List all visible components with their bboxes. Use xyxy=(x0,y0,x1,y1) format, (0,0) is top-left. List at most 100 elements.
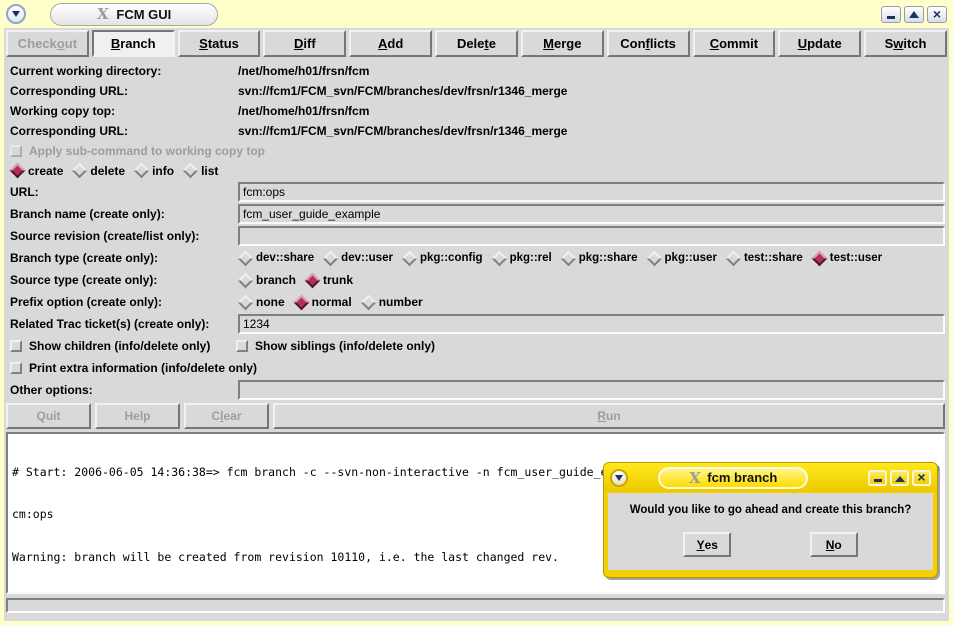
radio-trunk[interactable]: trunk xyxy=(305,273,353,287)
radio-list[interactable]: list xyxy=(183,164,218,178)
radio-diamond-icon xyxy=(183,163,199,179)
radio-dev-user[interactable]: dev::user xyxy=(323,252,393,264)
tab-switch[interactable]: Switch xyxy=(864,30,947,57)
x11-logo-icon: X xyxy=(688,469,702,487)
radio-dev-share[interactable]: dev::share xyxy=(238,252,314,264)
trac-tickets-input[interactable]: 1234 xyxy=(238,314,945,334)
radio-test-user[interactable]: test::user xyxy=(812,252,882,264)
show-children-checkbox[interactable] xyxy=(10,340,22,352)
info-label: Current working directory: xyxy=(10,64,238,78)
radio-pkg-config[interactable]: pkg::config xyxy=(402,252,483,264)
radio-info[interactable]: info xyxy=(134,164,174,178)
radio-branch[interactable]: branch xyxy=(238,273,296,287)
apply-subcommand-checkbox xyxy=(10,145,22,157)
dialog-message: Would you like to go ahead and create th… xyxy=(608,504,933,516)
tab-merge[interactable]: Merge xyxy=(521,30,604,57)
chevron-down-icon xyxy=(615,475,623,481)
info-value: /net/home/h01/frsn/fcm xyxy=(238,104,369,118)
run-button[interactable]: Run xyxy=(273,403,945,429)
radio-normal[interactable]: normal xyxy=(294,295,352,309)
radio-none[interactable]: none xyxy=(238,295,285,309)
radio-delete[interactable]: delete xyxy=(72,164,125,178)
branch-action-radios: create delete info list xyxy=(6,160,947,181)
chevron-down-icon xyxy=(12,11,20,17)
maximize-icon xyxy=(909,11,919,18)
radio-diamond-icon xyxy=(72,163,88,179)
close-button[interactable]: × xyxy=(927,6,947,23)
radio-pkg-user[interactable]: pkg::user xyxy=(647,252,717,264)
tab-diff[interactable]: Diff xyxy=(263,30,346,57)
tab-checkout[interactable]: Checkout xyxy=(6,30,89,57)
action-buttons-row: Quit Help Clear Run xyxy=(6,403,945,429)
x11-logo-icon: X xyxy=(96,5,110,23)
show-options-row: Show children (info/delete only) Show si… xyxy=(6,335,947,357)
window-titlebar: X FCM GUI × xyxy=(0,0,953,28)
radio-test-share[interactable]: test::share xyxy=(726,252,803,264)
radio-diamond-icon xyxy=(726,250,742,266)
other-options-row: Other options: xyxy=(6,379,947,400)
show-siblings-checkbox[interactable] xyxy=(236,340,248,352)
dialog-close-button[interactable]: × xyxy=(912,470,931,486)
dialog-maximize-button[interactable] xyxy=(890,470,909,486)
no-button[interactable]: No xyxy=(810,532,858,557)
dialog-title: fcm branch xyxy=(707,470,777,485)
trac-tickets-label: Related Trac ticket(s) (create only): xyxy=(10,317,238,331)
print-extra-checkbox-group[interactable]: Print extra information (info/delete onl… xyxy=(10,361,257,375)
clear-button[interactable]: Clear xyxy=(184,403,269,429)
radio-diamond-icon xyxy=(811,250,827,266)
show-siblings-checkbox-group[interactable]: Show siblings (info/delete only) xyxy=(236,339,435,353)
close-icon: × xyxy=(917,470,925,485)
source-revision-input[interactable] xyxy=(238,226,945,246)
quit-button[interactable]: Quit xyxy=(6,403,91,429)
help-button[interactable]: Help xyxy=(95,403,180,429)
yes-button[interactable]: Yes xyxy=(683,532,731,557)
print-extra-checkbox[interactable] xyxy=(10,362,22,374)
show-children-checkbox-group[interactable]: Show children (info/delete only) xyxy=(10,339,236,353)
radio-diamond-icon xyxy=(491,250,507,266)
dialog-menu-button[interactable] xyxy=(610,469,628,487)
minimize-button[interactable] xyxy=(881,6,901,23)
tab-commit[interactable]: Commit xyxy=(693,30,776,57)
radio-diamond-icon xyxy=(402,250,418,266)
dialog-title-tab[interactable]: X fcm branch xyxy=(658,467,808,489)
source-type-label: Source type (create only): xyxy=(10,273,238,287)
other-options-input[interactable] xyxy=(238,380,945,400)
radio-pkg-share[interactable]: pkg::share xyxy=(561,252,638,264)
url-input[interactable]: fcm:ops xyxy=(238,182,945,202)
source-revision-row: Source revision (create/list only): xyxy=(6,225,947,246)
other-options-label: Other options: xyxy=(10,383,238,397)
radio-diamond-icon xyxy=(646,250,662,266)
fcm-branch-dialog: X fcm branch × Would you like to go ahea… xyxy=(603,462,938,578)
info-label: Corresponding URL: xyxy=(10,84,238,98)
minimize-icon xyxy=(874,479,882,482)
radio-diamond-icon xyxy=(305,272,321,288)
info-row-wc-top: Working copy top: /net/home/h01/frsn/fcm xyxy=(6,101,947,121)
window-title-tab[interactable]: X FCM GUI xyxy=(50,3,218,26)
info-value: svn://fcm1/FCM_svn/FCM/branches/dev/frsn… xyxy=(238,124,567,138)
radio-diamond-icon xyxy=(560,250,576,266)
dialog-minimize-button[interactable] xyxy=(868,470,887,486)
tab-add[interactable]: Add xyxy=(349,30,432,57)
close-icon: × xyxy=(933,7,941,22)
info-row-cwd: Current working directory: /net/home/h01… xyxy=(6,61,947,81)
branch-name-input[interactable]: fcm_user_guide_example xyxy=(238,204,945,224)
maximize-button[interactable] xyxy=(904,6,924,23)
radio-pkg-rel[interactable]: pkg::rel xyxy=(492,252,552,264)
tab-status[interactable]: Status xyxy=(178,30,261,57)
maximize-icon xyxy=(895,476,905,482)
tab-delete[interactable]: Delete xyxy=(435,30,518,57)
info-label: Working copy top: xyxy=(10,104,238,118)
info-label: Corresponding URL: xyxy=(10,124,238,138)
window-menu-button[interactable] xyxy=(6,4,26,24)
radio-number[interactable]: number xyxy=(361,295,423,309)
dialog-body: Would you like to go ahead and create th… xyxy=(608,493,933,570)
radio-diamond-icon xyxy=(134,163,150,179)
tab-conflicts[interactable]: Conflicts xyxy=(607,30,690,57)
radio-create[interactable]: create xyxy=(10,164,63,178)
radio-diamond-icon xyxy=(323,250,339,266)
subcommand-tabbar: Checkout Branch Status Diff Add Delete M… xyxy=(6,30,947,57)
tab-branch[interactable]: Branch xyxy=(92,30,175,57)
tab-update[interactable]: Update xyxy=(778,30,861,57)
status-bar xyxy=(6,598,945,613)
dialog-titlebar: X fcm branch × xyxy=(604,463,937,492)
